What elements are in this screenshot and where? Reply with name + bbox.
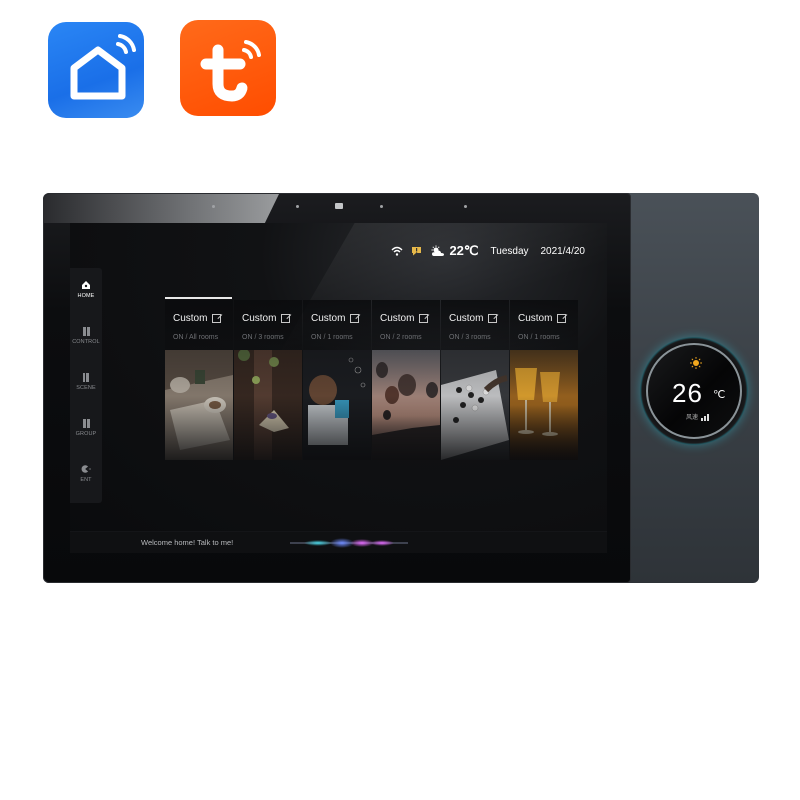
scene-status: ON / 3 rooms [242, 334, 284, 341]
sidebar-item-group[interactable]: GROUP [70, 418, 102, 437]
weekday-label: Tuesday [490, 245, 529, 257]
sensor-dot [464, 205, 467, 208]
edit-icon[interactable] [350, 314, 360, 323]
display-screen: 22℃ Tuesday 2021/4/20 HOME CONTROL SCENE… [70, 223, 607, 553]
sun-cloud-icon [431, 245, 445, 256]
touch-screen-glass: 22℃ Tuesday 2021/4/20 HOME CONTROL SCENE… [43, 193, 631, 583]
scene-card[interactable]: Custom ON / 3 rooms [234, 300, 302, 460]
voice-prompt: Welcome home! Talk to me! [141, 538, 234, 547]
edit-icon[interactable] [488, 314, 498, 323]
weather-temperature: 22℃ [449, 243, 479, 258]
edit-icon[interactable] [212, 314, 222, 323]
sensor-dot [296, 205, 299, 208]
scene-title: Custom [242, 313, 277, 324]
card-gradient [441, 300, 509, 460]
sidebar-item-label: ENT [80, 477, 92, 483]
card-gradient [234, 300, 302, 460]
camera-icon [335, 203, 343, 209]
glass-reflection [44, 194, 279, 223]
card-gradient [510, 300, 578, 460]
sidebar-item-label: CONTROL [72, 339, 100, 345]
scene-status: ON / 2 rooms [380, 334, 422, 341]
edit-icon[interactable] [281, 314, 291, 323]
entertainment-icon [81, 464, 91, 474]
house-wifi-icon [70, 34, 136, 100]
date-label: 2021/4/20 [540, 245, 586, 257]
sidebar-item-ent[interactable]: ENT [70, 464, 102, 483]
scene-card[interactable]: Custom ON / 2 rooms [372, 300, 440, 460]
scene-status: ON / 3 rooms [449, 334, 491, 341]
scene-card[interactable]: Custom ON / 1 rooms [510, 300, 578, 460]
sidebar-nav: HOME CONTROL SCENE GROUP ENT [70, 268, 102, 503]
scene-title: Custom [311, 313, 346, 324]
card-title-row: Custom [518, 313, 567, 324]
edit-icon[interactable] [419, 314, 429, 323]
card-gradient [165, 300, 233, 460]
sensor-dot [212, 205, 215, 208]
home-icon [81, 280, 91, 290]
sidebar-item-label: SCENE [76, 385, 96, 391]
status-bar: 22℃ Tuesday 2021/4/20 [391, 243, 585, 259]
control-icon [81, 326, 91, 336]
active-tab-indicator [165, 297, 232, 299]
scene-title: Custom [449, 313, 484, 324]
fan-speed-label: 风速 [686, 415, 699, 421]
card-gradient [372, 300, 440, 460]
voice-waveform-icon[interactable] [290, 537, 408, 549]
message-alert-icon[interactable] [411, 246, 422, 256]
scene-title: Custom [518, 313, 553, 324]
sidebar-item-label: GROUP [75, 431, 97, 437]
card-title-row: Custom [380, 313, 429, 324]
thermostat-knob[interactable]: 26 ℃ 风速 [640, 337, 748, 445]
fan-level-icon [701, 414, 710, 421]
sun-icon [690, 357, 702, 369]
sidebar-item-label: HOME [77, 293, 95, 299]
scene-status: ON / 1 rooms [518, 334, 560, 341]
smart-panel-device: 22℃ Tuesday 2021/4/20 HOME CONTROL SCENE… [43, 193, 759, 583]
scene-card[interactable]: Custom ON / 1 rooms [303, 300, 371, 460]
tuya-app-icon [180, 20, 276, 116]
t-wifi-icon [200, 40, 261, 102]
thermostat-temperature: 26 [672, 378, 703, 408]
scene-status: ON / All rooms [173, 334, 219, 341]
wifi-icon [391, 246, 403, 256]
voice-assistant-bar[interactable]: Welcome home! Talk to me! [70, 531, 607, 553]
card-title-row: Custom [311, 313, 360, 324]
scene-icon [81, 372, 91, 382]
group-icon [81, 418, 91, 428]
thermostat-unit: ℃ [713, 389, 726, 401]
edit-icon[interactable] [557, 314, 567, 323]
sensor-dot [380, 205, 383, 208]
card-title-row: Custom [173, 313, 222, 324]
scene-title: Custom [173, 313, 208, 324]
scene-card[interactable]: Custom ON / 3 rooms [441, 300, 509, 460]
card-title-row: Custom [449, 313, 498, 324]
thermostat-display: 26 ℃ 风速 [646, 343, 742, 439]
smart-life-app-icon [48, 22, 144, 118]
scene-title: Custom [380, 313, 415, 324]
card-gradient [303, 300, 371, 460]
fan-speed-indicator: 风速 [686, 412, 710, 421]
sidebar-item-control[interactable]: CONTROL [70, 326, 102, 345]
sidebar-item-home[interactable]: HOME [70, 280, 102, 299]
scene-status: ON / 1 rooms [311, 334, 353, 341]
card-title-row: Custom [242, 313, 291, 324]
sidebar-item-scene[interactable]: SCENE [70, 372, 102, 391]
scene-card[interactable]: Custom ON / All rooms [165, 300, 233, 460]
